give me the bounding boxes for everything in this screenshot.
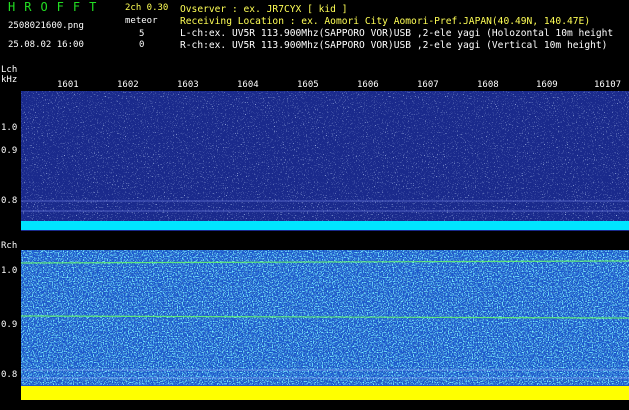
time-tick: 1604 <box>237 80 259 90</box>
time-tick: 1608 <box>477 80 499 90</box>
lch-ytick: 1.0 <box>1 123 18 133</box>
meteor-label: meteor <box>125 16 158 26</box>
lch-ytick: 0.8 <box>1 196 18 206</box>
khz-label: kHz <box>1 75 18 85</box>
lch-noise <box>21 91 629 221</box>
lch-spectrogram <box>21 91 629 231</box>
rch-ytick: 0.8 <box>1 370 18 380</box>
lch-description: L-ch:ex. UV5R 113.900Mhz(SAPPORO VOR)USB… <box>180 28 614 39</box>
timestamp-label: 25.08.02 16:00 <box>8 40 84 50</box>
location-text: Receiving Location : ex. Aomori City Aom… <box>180 16 591 27</box>
time-tick: 1606 <box>357 80 379 90</box>
rch-label: Rch <box>1 241 18 251</box>
time-tick: 1602 <box>117 80 139 90</box>
lch-ytick: 0.9 <box>1 146 18 156</box>
rch-ytick: 1.0 <box>1 266 18 276</box>
time-tick: 1601 <box>57 80 79 90</box>
lch-label: Lch <box>1 65 18 75</box>
time-tick: 1607 <box>417 80 439 90</box>
time-tick: 16107 <box>594 80 622 90</box>
filename-label: 2508021600.png <box>8 21 84 31</box>
observer-text: Ovserver : ex. JR7CYX [ kid ] <box>180 4 348 15</box>
rch-yellow-band <box>21 386 629 400</box>
meteor-count-rch: 0 <box>139 40 145 50</box>
time-tick: 1603 <box>177 80 199 90</box>
time-tick: 1609 <box>536 80 558 90</box>
rch-spectrogram <box>21 250 629 400</box>
rch-ytick: 0.9 <box>1 320 18 330</box>
app-logo: HROFFT <box>8 0 106 14</box>
meteor-count-lch: 5 <box>139 29 145 39</box>
rch-description: R-ch:ex. UV5R 113.900Mhz(SAPPORO VOR)USB… <box>180 40 608 51</box>
lch-cyan-band <box>21 221 629 230</box>
time-tick: 1605 <box>297 80 319 90</box>
version-label: 2ch 0.30 <box>125 3 169 13</box>
